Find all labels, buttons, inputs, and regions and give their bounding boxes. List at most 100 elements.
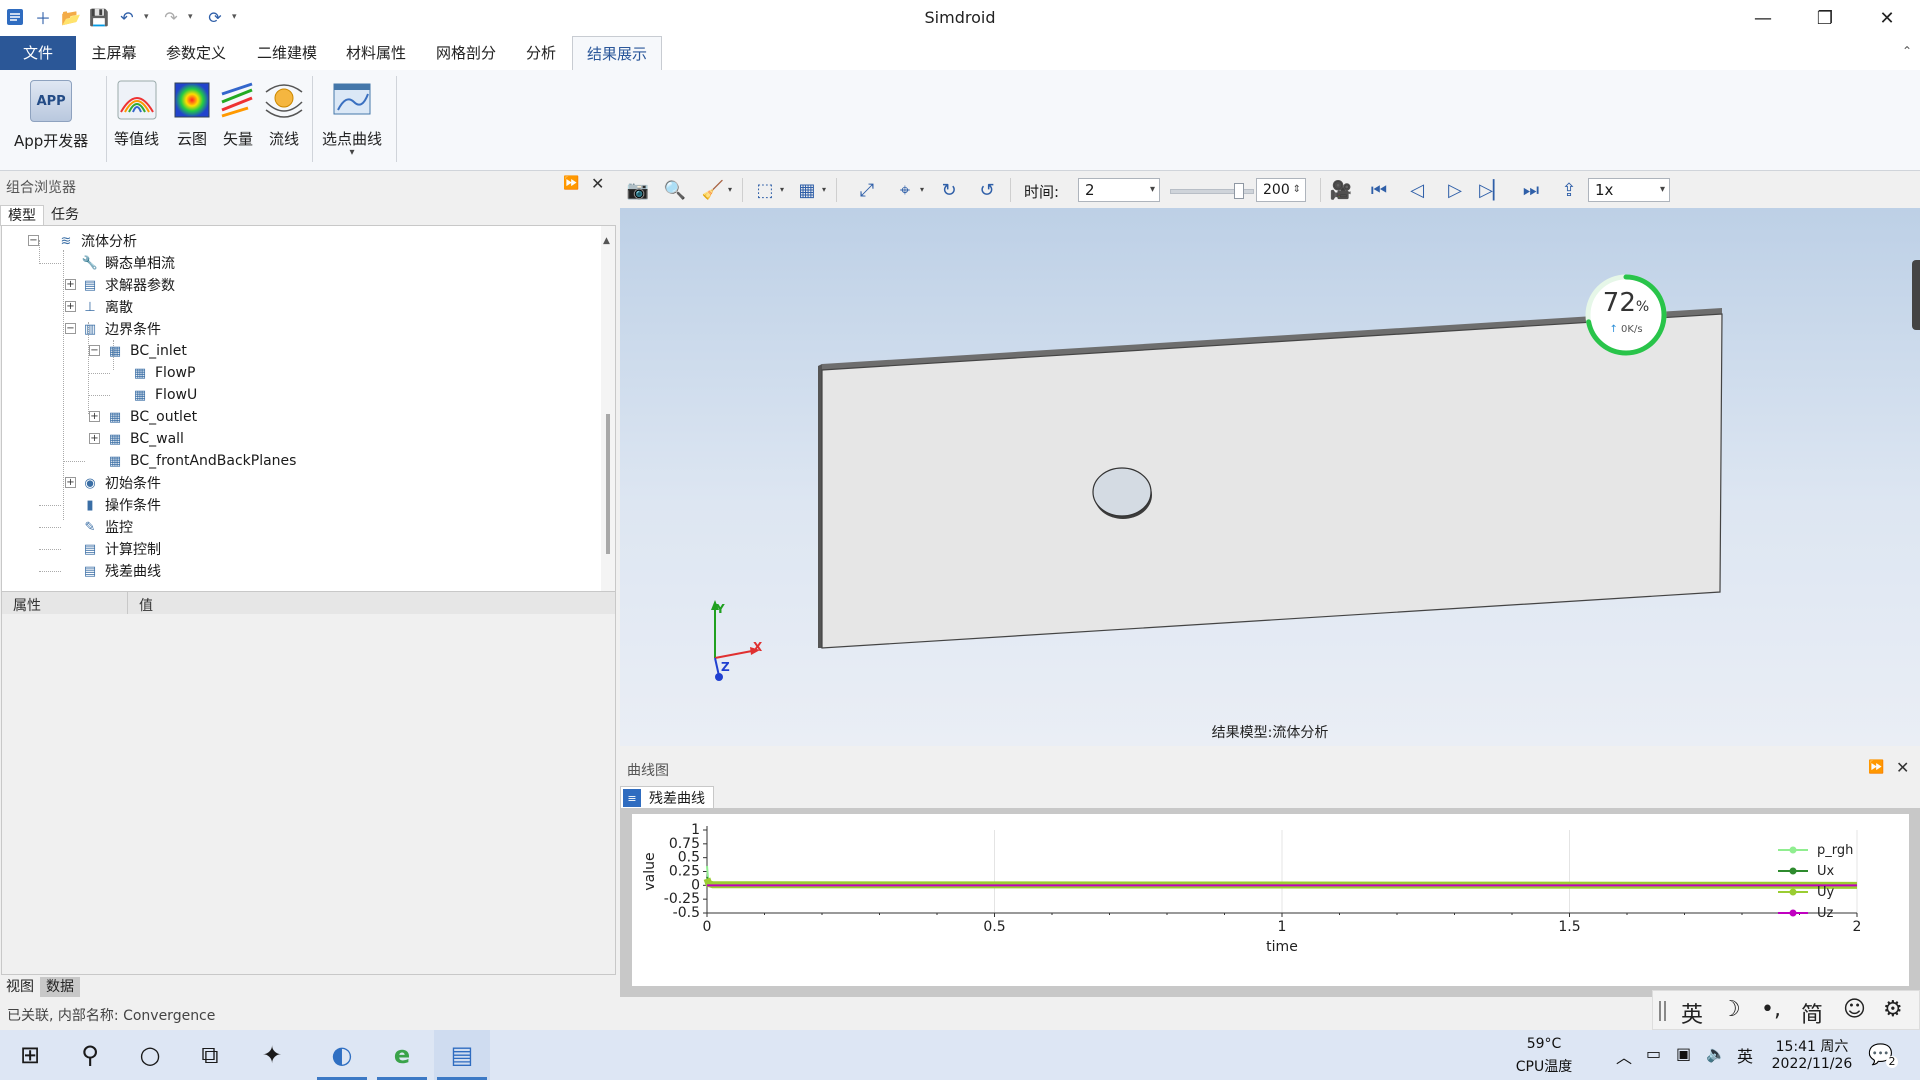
- undo-dropdown-icon[interactable]: ▾: [144, 6, 154, 28]
- value-column-header[interactable]: 值: [139, 595, 153, 615]
- streamline-button[interactable]: 流线: [264, 80, 304, 149]
- next-frame-icon[interactable]: ▷▏: [1479, 178, 1507, 202]
- start-button[interactable]: ⊞: [2, 1030, 58, 1080]
- clock-time[interactable]: 15:41 周六: [1762, 1036, 1862, 1056]
- customize-toolbar-icon[interactable]: ▾: [232, 6, 242, 28]
- screenshot-icon[interactable]: 📷: [625, 178, 651, 202]
- rotate-ccw-icon[interactable]: ↺: [974, 178, 1000, 202]
- speed-select[interactable]: 1x ▾: [1588, 178, 1670, 202]
- chevron-down-icon[interactable]: ▾: [920, 185, 924, 194]
- chevron-down-icon[interactable]: ▾: [349, 147, 354, 158]
- property-column-header[interactable]: 属性: [13, 595, 41, 615]
- tab-parameters[interactable]: 参数定义: [156, 36, 236, 70]
- chevron-down-icon[interactable]: ▾: [728, 185, 732, 194]
- input-language[interactable]: 英: [1737, 1043, 1753, 1067]
- tree-expander[interactable]: −: [65, 323, 76, 334]
- taskbar-app-2[interactable]: ◐: [314, 1030, 370, 1080]
- previous-frame-icon[interactable]: ◁: [1404, 178, 1430, 202]
- close-button[interactable]: ✕: [1856, 0, 1918, 36]
- tree-item-calc-control[interactable]: ▤ 计算控制: [81, 538, 161, 560]
- chevron-down-icon[interactable]: ▾: [822, 185, 826, 194]
- tree-item-bc-front-back[interactable]: ▦ BC_frontAndBackPlanes: [106, 450, 297, 472]
- tab-task[interactable]: 任务: [44, 205, 86, 225]
- tree-item-operating-conditions[interactable]: ▮ 操作条件: [81, 494, 161, 516]
- tree-expander[interactable]: +: [65, 477, 76, 488]
- restore-button[interactable]: ❐: [1794, 0, 1856, 36]
- column-divider[interactable]: [127, 592, 128, 614]
- redo-icon[interactable]: ↷: [160, 6, 182, 28]
- pin-icon[interactable]: ⏩: [1868, 760, 1884, 775]
- ribbon-collapse-icon[interactable]: ⌃: [1902, 44, 1912, 58]
- legend-label[interactable]: Ux: [1817, 864, 1835, 879]
- tray-chevron-icon[interactable]: ︿: [1616, 1044, 1632, 1068]
- tree-item-bc-inlet[interactable]: ▦ BC_inlet: [106, 340, 187, 362]
- tree-item-initial-conditions[interactable]: ◉ 初始条件: [81, 472, 161, 494]
- tree-item-flowu[interactable]: ▦ FlowU: [131, 384, 197, 406]
- tree-item-bc-outlet[interactable]: ▦ BC_outlet: [106, 406, 197, 428]
- app-developer-button[interactable]: APP App开发器: [14, 80, 88, 151]
- tree-item-boundary-conditions[interactable]: ▥ 边界条件: [81, 318, 161, 340]
- clock-date[interactable]: 2022/11/26: [1762, 1056, 1862, 1072]
- cortana-button[interactable]: ○: [122, 1030, 178, 1080]
- moon-icon[interactable]: ☽: [1721, 997, 1741, 1022]
- taskbar-browser[interactable]: e: [374, 1030, 430, 1080]
- play-icon[interactable]: ▷: [1442, 178, 1468, 202]
- vector-button[interactable]: 矢量: [218, 80, 258, 149]
- tab-analysis[interactable]: 分析: [514, 36, 568, 70]
- tree-expander[interactable]: −: [28, 235, 39, 246]
- tab-meshing[interactable]: 网格剖分: [426, 36, 506, 70]
- tab-2d-modeling[interactable]: 二维建模: [246, 36, 328, 70]
- record-icon[interactable]: 🎥: [1328, 178, 1354, 202]
- 3d-viewport[interactable]: Y X Z 72% ↑ 0K/s 结果模型:流体分析: [620, 208, 1920, 746]
- network-icon[interactable]: ▣: [1676, 1044, 1691, 1063]
- tree-expander[interactable]: −: [89, 345, 100, 356]
- minimize-button[interactable]: —: [1732, 0, 1794, 36]
- legend-label[interactable]: p_rgh: [1817, 843, 1853, 858]
- refresh-icon[interactable]: ⟳: [204, 6, 226, 28]
- tree-expander[interactable]: +: [65, 301, 76, 312]
- axes-icon[interactable]: ⌖: [892, 178, 918, 202]
- tree-item-residual-curve[interactable]: ▤ 残差曲线: [81, 560, 161, 582]
- punctuation-icon[interactable]: •,: [1761, 997, 1781, 1022]
- taskbar-simdroid[interactable]: ▤: [434, 1030, 490, 1080]
- save-icon[interactable]: 💾: [88, 6, 110, 28]
- legend-label[interactable]: Uy: [1817, 885, 1835, 900]
- task-view-button[interactable]: ⧉: [182, 1030, 238, 1080]
- rotate-cw-icon[interactable]: ↻: [936, 178, 962, 202]
- undo-icon[interactable]: ↶: [116, 6, 138, 28]
- legend-label[interactable]: Uz: [1817, 906, 1834, 921]
- tree-item-monitor[interactable]: ✎ 监控: [81, 516, 133, 538]
- time-select[interactable]: 2 ▾: [1078, 178, 1160, 202]
- tree-item-solver-params[interactable]: ▤ 求解器参数: [81, 274, 175, 296]
- tree-item-discretization[interactable]: ⊥ 离散: [81, 296, 133, 318]
- open-folder-icon[interactable]: 📂: [60, 6, 82, 28]
- redo-dropdown-icon[interactable]: ▾: [188, 6, 198, 28]
- tree-expander[interactable]: +: [89, 433, 100, 444]
- spin-arrows-icon[interactable]: ⇕: [1293, 179, 1301, 201]
- tree-item-flowp[interactable]: ▦ FlowP: [131, 362, 196, 384]
- export-icon[interactable]: ⇪: [1556, 178, 1582, 202]
- pick-point-curve-button[interactable]: 选点曲线 ▾: [322, 80, 382, 158]
- tab-residual-curve[interactable]: ≡ 残差曲线: [620, 786, 714, 809]
- tree-expander[interactable]: +: [89, 411, 100, 422]
- tab-home[interactable]: 主屏幕: [80, 36, 148, 70]
- close-panel-icon[interactable]: ✕: [591, 174, 604, 193]
- settings-icon[interactable]: ⚙: [1883, 997, 1903, 1022]
- first-frame-icon[interactable]: ⏮: [1366, 178, 1392, 202]
- scroll-up-icon[interactable]: ▲: [603, 236, 610, 246]
- view-cube-icon[interactable]: ⬚: [752, 178, 778, 202]
- tab-data[interactable]: 数据: [40, 977, 80, 997]
- ime-lang-toggle[interactable]: 英: [1681, 997, 1703, 1029]
- tree-item-bc-wall[interactable]: ▦ BC_wall: [106, 428, 184, 450]
- close-panel-icon[interactable]: ✕: [1896, 758, 1909, 777]
- last-frame-icon[interactable]: ⏭: [1518, 178, 1544, 202]
- zoom-icon[interactable]: 🔍: [662, 178, 688, 202]
- chevron-down-icon[interactable]: ▾: [780, 185, 784, 194]
- search-button[interactable]: ⚲: [62, 1030, 118, 1080]
- time-slider-handle[interactable]: [1234, 183, 1244, 199]
- app-logo-icon[interactable]: [4, 6, 26, 28]
- tab-model[interactable]: 模型: [0, 205, 44, 226]
- frame-count-spinbox[interactable]: 200 ⇕: [1256, 178, 1306, 202]
- battery-icon[interactable]: ▭: [1646, 1044, 1661, 1063]
- side-grip-handle[interactable]: [1912, 260, 1920, 330]
